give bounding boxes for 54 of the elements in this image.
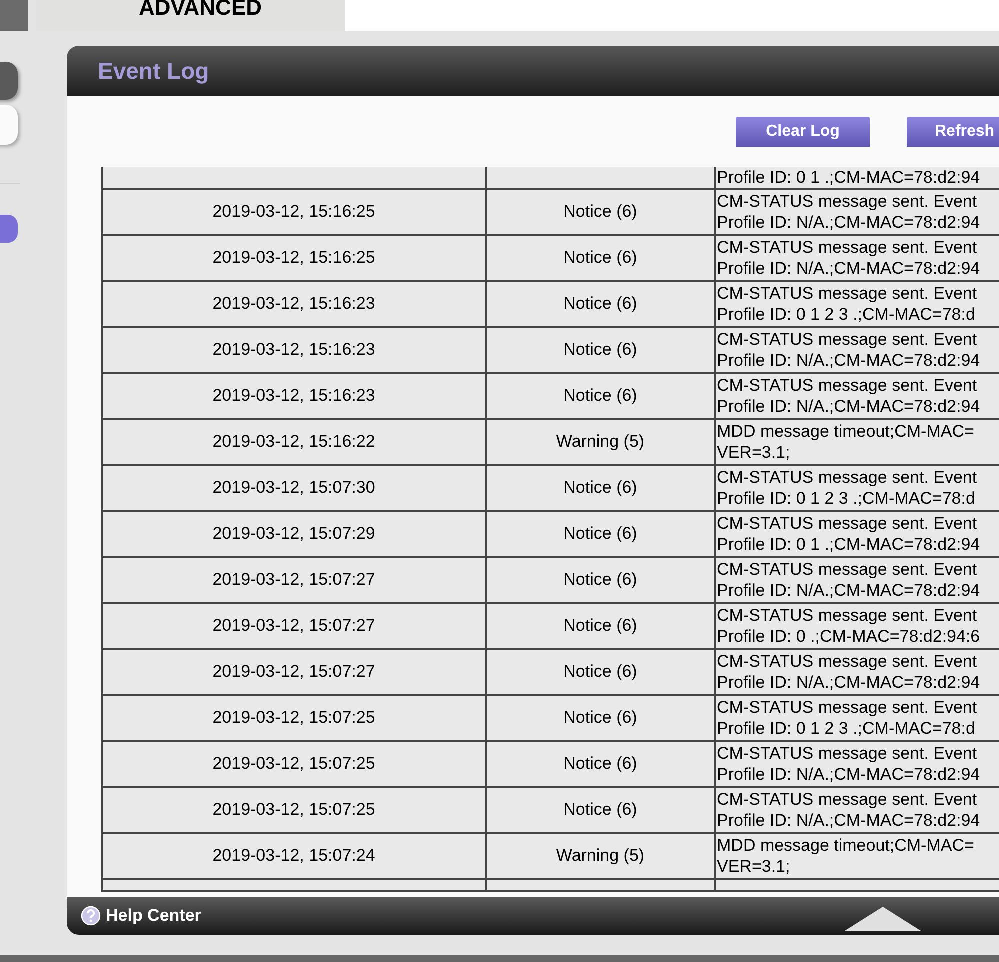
time-cell: 2019-03-12, 15:07:27 (212, 616, 376, 635)
message-cell: CM-STATUS message sent. Event Profile ID: N/A.;CM-MAC=78:d2:94 (717, 652, 980, 692)
message-cell: Profile ID: 0 1 .;CM-MAC=78:d2:94 (717, 168, 980, 187)
time-cell: 2019-03-12, 15:16:23 (212, 386, 376, 405)
message-cell: MDD message timeout;CM-MAC= VER=3.1; (717, 836, 974, 876)
triangle-icon[interactable] (845, 907, 921, 931)
time-cell: 2019-03-12, 15:07:27 (212, 662, 376, 681)
time-cell: 2019-03-12, 15:16:25 (212, 202, 376, 221)
message-cell: CM-STATUS message sent. Event Profile ID: 0 1 2 3 .;CM-MAC=78:d (717, 698, 978, 738)
level-cell: Warning (5) (556, 846, 645, 865)
time-cell: 2019-03-12, 15:16:23 (212, 340, 376, 359)
action-button[interactable]: Refresh (907, 117, 999, 147)
action-button[interactable]: Clear Log (736, 117, 870, 147)
time-cell: 2019-03-12, 15:07:25 (212, 754, 376, 773)
level-cell: Notice (6) (564, 202, 638, 221)
level-cell: Notice (6) (564, 248, 638, 267)
level-cell: Notice (6) (564, 386, 638, 405)
message-cell: CM-STATUS message sent. Event Profile ID: N/A.;CM-MAC=78:d2:94 (717, 330, 980, 370)
message-cell: CM-STATUS message sent. Event Profile ID: N/A.;CM-MAC=78:d2:94 (717, 790, 980, 830)
panel-title: Event Log (98, 58, 210, 84)
message-cell: CM-STATUS message sent. Event Profile ID: 0 1 2 3 .;CM-MAC=78:d (717, 284, 978, 324)
level-cell: Notice (6) (564, 570, 638, 589)
time-cell: 2019-03-12, 15:07:29 (212, 524, 376, 543)
time-cell: 2019-03-12, 15:16:25 (212, 248, 376, 267)
level-cell: Notice (6) (564, 616, 638, 635)
message-cell: CM-STATUS message sent. Event Profile ID: 0 1 2 3 .;CM-MAC=78:d (717, 468, 978, 508)
time-cell: 2019-03-12, 15:07:27 (212, 570, 376, 589)
time-cell: 2019-03-12, 15:16:23 (212, 294, 376, 313)
time-cell: 2019-03-12, 15:07:25 (212, 800, 376, 819)
level-cell: Notice (6) (564, 478, 638, 497)
message-cell: CM-STATUS message sent. Event Profile ID: N/A.;CM-MAC=78:d2:94 (717, 376, 980, 416)
level-cell: Notice (6) (564, 294, 638, 313)
message-cell: CM-STATUS message sent. Event Profile ID: N/A.;CM-MAC=78:d2:94 (717, 744, 980, 784)
message-cell: MDD message timeout;CM-MAC= VER=3.1; (717, 422, 974, 462)
level-cell: Warning (5) (556, 432, 645, 451)
level-cell: Notice (6) (564, 800, 638, 819)
level-cell: Notice (6) (564, 524, 638, 543)
level-cell: Notice (6) (564, 708, 638, 727)
time-cell: 2019-03-12, 15:16:22 (212, 432, 376, 451)
level-cell: Notice (6) (564, 754, 638, 773)
help-center-link[interactable]: Help Center (106, 906, 202, 926)
message-cell: CM-STATUS message sent. Event Profile ID: 0 1 .;CM-MAC=78:d2:94 (717, 514, 980, 554)
message-cell: CM-STATUS message sent. Event Profile ID: 0 .;CM-MAC=78:d2:94:6 (717, 606, 980, 646)
nav-block (0, 0, 28, 31)
level-cell: Notice (6) (564, 340, 638, 359)
message-cell: CM-STATUS message sent. Event Profile ID: N/A.;CM-MAC=78:d2:94 (717, 238, 980, 278)
level-cell: Notice (6) (564, 662, 638, 681)
advanced-tab[interactable]: ADVANCED (36, 0, 345, 31)
time-cell: 2019-03-12, 15:07:24 (212, 846, 376, 865)
help-icon[interactable] (81, 906, 101, 926)
message-cell: CM-STATUS message sent. Event Profile ID: N/A.;CM-MAC=78:d2:94 (717, 560, 980, 600)
message-cell: CM-STATUS message sent. Event Profile ID: N/A.;CM-MAC=78:d2:94 (717, 192, 980, 232)
time-cell: 2019-03-12, 15:07:25 (212, 708, 376, 727)
time-cell: 2019-03-12, 15:07:30 (212, 478, 376, 497)
